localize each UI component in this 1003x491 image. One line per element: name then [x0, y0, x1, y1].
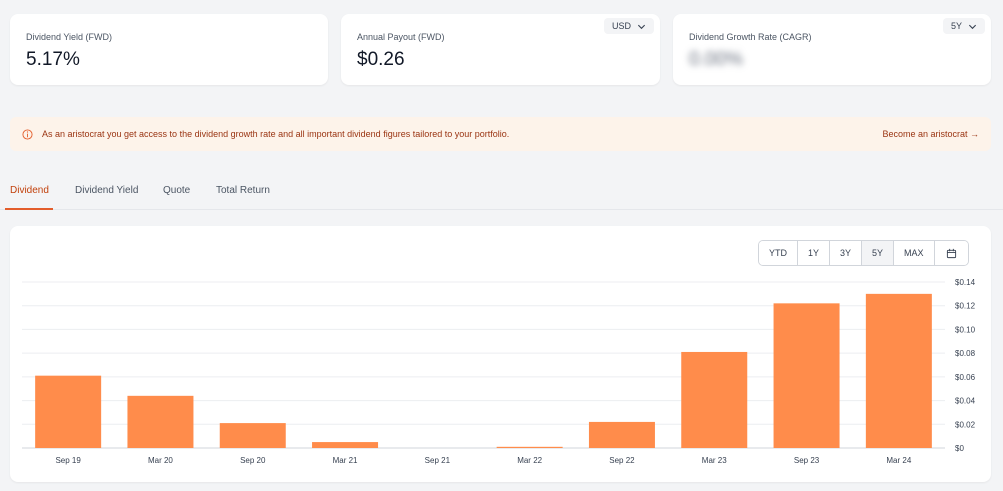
range-1y-button[interactable]: 1Y [798, 241, 831, 265]
notice-text: As an aristocrat you get access to the d… [42, 129, 510, 139]
bar [35, 375, 102, 448]
range-selector: YTD 1Y 3Y 5Y MAX [758, 240, 969, 266]
active-tab-indicator [5, 208, 53, 210]
period-dropdown-label: 5Y [950, 21, 962, 31]
x-tick-label: Sep 20 [240, 456, 266, 465]
dividend-chart-panel: $0 $0.02 $0.04 $0.06 $0.08 $0.10 $0.12 $0.14 Sep… [10, 226, 991, 482]
chevron-down-icon [968, 24, 977, 29]
bar [588, 421, 655, 448]
chart-tabs: Dividend Dividend Yield Quote Total Retu… [0, 176, 1003, 210]
tab-total-return[interactable]: Total Return [216, 185, 270, 196]
annual-payout-card: Annual Payout (FWD) $0.26 USD [341, 14, 660, 85]
y-tick-label: $0.10 [955, 325, 976, 334]
bar [219, 423, 286, 448]
y-tick-label: $0.08 [955, 349, 976, 358]
calendar-icon [946, 248, 956, 258]
x-tick-label: Sep 22 [609, 456, 635, 465]
bar [773, 303, 840, 448]
bar [127, 395, 194, 448]
aristocrat-notice: As an aristocrat you get access to the d… [10, 117, 991, 151]
dividend-yield-value: 5.17% [26, 49, 80, 70]
range-max-button[interactable]: MAX [894, 241, 935, 265]
period-dropdown[interactable]: 5Y [942, 18, 985, 34]
tab-dividend[interactable]: Dividend [10, 185, 49, 196]
x-tick-label: Mar 20 [148, 456, 173, 465]
calendar-button[interactable] [934, 241, 968, 265]
y-tick-label: $0.02 [955, 420, 976, 429]
x-tick-label: Sep 23 [794, 456, 820, 465]
y-tick-label: $0.06 [955, 373, 976, 382]
info-icon [22, 128, 33, 140]
dividend-yield-label: Dividend Yield (FWD) [26, 32, 113, 42]
y-tick-label: $0 [955, 444, 964, 453]
tab-quote[interactable]: Quote [163, 185, 190, 196]
x-tick-label: Sep 19 [55, 456, 81, 465]
currency-dropdown-label: USD [611, 21, 631, 31]
y-tick-label: $0.04 [955, 397, 976, 406]
chevron-down-icon [637, 24, 646, 29]
x-tick-label: Sep 21 [425, 456, 451, 465]
dividend-yield-card: Dividend Yield (FWD) 5.17% [10, 14, 328, 85]
bar [312, 442, 379, 448]
currency-dropdown[interactable]: USD [603, 18, 654, 34]
x-tick-label: Mar 24 [886, 456, 911, 465]
become-aristocrat-link[interactable]: Become an aristocrat → [882, 129, 979, 139]
annual-payout-label: Annual Payout (FWD) [357, 32, 445, 42]
x-tick-label: Mar 23 [702, 456, 727, 465]
dividend-growth-value: 0.00% [689, 49, 743, 70]
range-3y-button[interactable]: 3Y [830, 241, 863, 265]
bar [865, 293, 932, 448]
tab-dividend-yield[interactable]: Dividend Yield [75, 185, 138, 196]
bar [681, 351, 748, 448]
dividend-growth-card: Dividend Growth Rate (CAGR) 0.00% 5Y [673, 14, 991, 85]
x-tick-label: Mar 22 [517, 456, 542, 465]
dividend-growth-label: Dividend Growth Rate (CAGR) [689, 32, 812, 42]
y-tick-label: $0.12 [955, 302, 976, 311]
x-tick-label: Mar 21 [333, 456, 358, 465]
y-tick-label: $0.14 [955, 278, 976, 287]
range-5y-button[interactable]: 5Y [862, 241, 895, 265]
range-ytd-button[interactable]: YTD [759, 241, 798, 265]
bar [496, 446, 563, 448]
annual-payout-value: $0.26 [357, 49, 405, 70]
